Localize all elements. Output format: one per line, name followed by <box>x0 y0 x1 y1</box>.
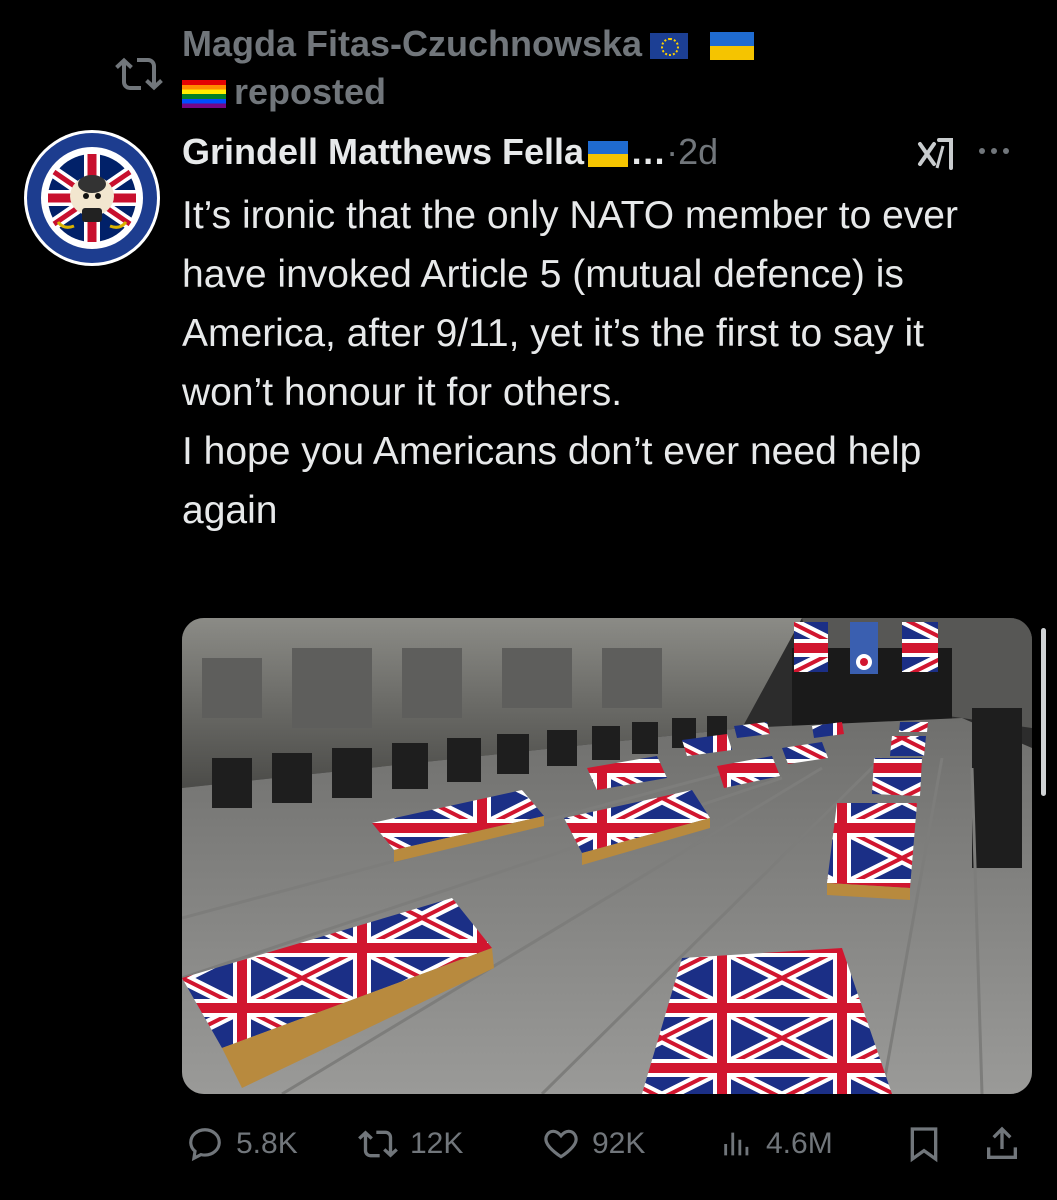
post-actions: 5.8K 12K 92K 4.6M <box>182 1118 1032 1170</box>
reply-button[interactable]: 5.8K <box>186 1118 298 1170</box>
repost-header[interactable]: Magda Fitas-Czuchnowska reposted <box>0 18 1057 118</box>
reply-icon <box>189 1128 221 1162</box>
ukraine-flag-icon <box>588 141 629 168</box>
repost-label: Magda Fitas-Czuchnowska reposted <box>182 20 882 116</box>
repost-button[interactable]: 12K <box>358 1118 463 1170</box>
views-icon <box>724 1132 749 1156</box>
like-icon <box>544 1129 578 1159</box>
eu-flag-icon <box>650 33 689 60</box>
share-icon <box>987 1126 1017 1159</box>
avatar[interactable] <box>24 130 160 266</box>
reply-count: 5.8K <box>236 1127 298 1160</box>
like-button[interactable]: 92K <box>542 1118 645 1170</box>
nafo-logo-icon <box>26 132 158 264</box>
x-logo-icon[interactable] <box>917 134 955 174</box>
post-time[interactable]: 2d <box>678 131 718 172</box>
author-name[interactable]: Grindell Matthews Fella <box>182 131 584 172</box>
ukraine-flag-icon <box>710 32 755 61</box>
author-name-ellipsis: … <box>630 131 667 172</box>
repost-icon <box>358 1130 398 1158</box>
post-paragraph-1: It’s ironic that the only NATO member to… <box>182 194 958 414</box>
aircraft-coffins-photo <box>182 618 1032 1094</box>
bookmark-icon <box>910 1127 938 1163</box>
post-text: It’s ironic that the only NATO member to… <box>182 186 1022 540</box>
more-icon[interactable] <box>972 136 1016 166</box>
pride-flag-icon <box>182 80 226 109</box>
reposter-name[interactable]: Magda Fitas-Czuchnowska <box>182 23 642 64</box>
views-button[interactable]: 4.6M <box>720 1118 833 1170</box>
share-button[interactable] <box>982 1118 1034 1170</box>
bookmark-button[interactable] <box>904 1118 956 1170</box>
view-count: 4.6M <box>766 1127 833 1160</box>
repost-count: 12K <box>410 1127 464 1160</box>
like-count: 92K <box>592 1127 646 1160</box>
repost-suffix: reposted <box>234 71 387 112</box>
post-image[interactable] <box>182 618 1032 1094</box>
repost-icon <box>115 57 163 91</box>
post-header: Grindell Matthews Fella …·2d <box>182 128 1032 178</box>
meta-separator: · <box>666 131 679 172</box>
scrollbar[interactable] <box>1041 628 1046 796</box>
post-paragraph-2: I hope you Americans don’t ever need hel… <box>182 430 922 532</box>
